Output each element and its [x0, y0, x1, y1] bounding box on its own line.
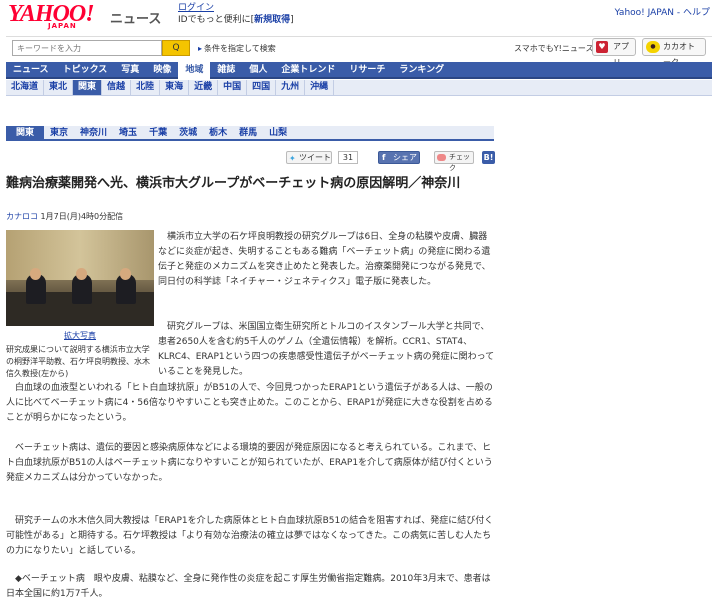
article-photo[interactable]: [6, 230, 154, 326]
region-nav-item-1[interactable]: 東京: [44, 126, 74, 141]
photo-person-head: [76, 268, 87, 280]
region-nav-item-3[interactable]: 埼玉: [113, 126, 143, 141]
main-nav: ニュース トピックス 写真 映像 地域 雑誌 個人 企業トレンド リサーチ ランキング: [6, 62, 712, 79]
hatena-icon: B!: [483, 153, 494, 162]
kakao-button[interactable]: ●カカオトーク: [642, 38, 706, 67]
login-text: IDでもっと便利に[: [178, 15, 255, 25]
twitter-bird-icon: ✦: [289, 154, 296, 163]
tweet-count: 31: [338, 151, 358, 164]
sub-nav-item-6[interactable]: 近畿: [189, 80, 219, 95]
article-paragraph: 研究グループは、米国国立衛生研究所とトルコのイスタンブール大学と共同で、患者26…: [158, 322, 495, 377]
facebook-share-button[interactable]: f シェア: [378, 151, 420, 164]
search-button[interactable]: Q: [162, 40, 190, 56]
region-nav-item-5[interactable]: 茨城: [173, 126, 203, 141]
check-label: チェック: [449, 153, 470, 172]
advanced-search-label: 条件を指定して検索: [204, 44, 276, 53]
search-icon: Q: [172, 43, 180, 53]
sub-nav-item-7[interactable]: 中国: [218, 80, 248, 95]
advanced-search-link[interactable]: ▸ 条件を指定して検索: [198, 43, 276, 54]
main-nav-item-3[interactable]: 映像: [146, 62, 178, 79]
sub-nav-item-1[interactable]: 東北: [44, 80, 74, 95]
article-paragraph: 研究チームの水木信久同大教授は「ERAP1を介した病原体とヒト白血球抗原B51の…: [6, 516, 494, 556]
region-nav-item-0[interactable]: 関東: [6, 126, 45, 141]
main-nav-item-6[interactable]: 個人: [242, 62, 274, 79]
main-nav-item-1[interactable]: トピックス: [56, 62, 115, 79]
tweet-button[interactable]: ✦ ツイート: [286, 151, 332, 164]
sub-nav: 北海道 東北 関東 信越 北陸 東海 近畿 中国 四国 九州 沖縄: [6, 80, 712, 96]
main-nav-item-2[interactable]: 写真: [114, 62, 146, 79]
mixi-check-button[interactable]: チェック: [434, 151, 474, 172]
sub-nav-item-5[interactable]: 東海: [160, 80, 190, 95]
chat-bubble-icon: ●: [646, 41, 660, 53]
article-paragraph: ベーチェット病は、遺伝的要因と感染病原体などによる環境的要因が発症原因になると考…: [6, 443, 493, 483]
region-nav-item-2[interactable]: 神奈川: [74, 126, 113, 141]
search-bar: Q ▸条件を指定して検索 スマホでもY!ニュース ♥アプリ ●カカオトーク: [6, 36, 712, 67]
social-buttons: ✦ ツイート 31 f シェア チェック B!: [286, 151, 496, 172]
main-nav-item-9[interactable]: ランキング: [392, 62, 451, 79]
article-meta: カナロコ 1月7日(月)4時0分配信: [6, 211, 123, 222]
main-nav-item-8[interactable]: リサーチ: [342, 62, 392, 79]
header-help-link[interactable]: Yahoo! JAPAN - ヘルプ: [615, 5, 710, 18]
smartphone-news-label: スマホでもY!ニュース: [514, 44, 594, 53]
sub-nav-item-9[interactable]: 九州: [276, 80, 306, 95]
arrow-right-icon: ▸: [198, 44, 203, 53]
region-nav: 関東 東京 神奈川 埼玉 千葉 茨城 栃木 群馬 山梨: [6, 126, 494, 141]
login-close: ]: [290, 15, 294, 25]
photo-person-head: [120, 268, 131, 280]
sub-nav-item-2[interactable]: 関東: [73, 80, 103, 95]
article-title: 難病治療薬開発へ光、横浜市大グループがベーチェット病の原因解明／神奈川: [6, 176, 461, 191]
article-lead: 横浜市立大学の石ケ坪良明教授の研究グループは6日、全身の粘膜や皮膚、臓器などに炎…: [158, 232, 491, 287]
logo-sub: JAPAN: [48, 22, 77, 30]
share-label: シェア: [393, 153, 417, 162]
main-nav-item-0[interactable]: ニュース: [6, 62, 56, 79]
sub-nav-item-0[interactable]: 北海道: [6, 80, 45, 95]
new-register-link[interactable]: 新規取得: [254, 15, 290, 25]
article-date: 1月7日(月)4時0分配信: [40, 212, 124, 221]
sub-nav-item-8[interactable]: 四国: [247, 80, 277, 95]
main-nav-item-5[interactable]: 雑誌: [210, 62, 242, 79]
region-nav-item-7[interactable]: 群馬: [233, 126, 263, 141]
service-name[interactable]: ニュース: [110, 8, 161, 27]
yahoo-japan-logo[interactable]: YAHOO! JAPAN: [8, 2, 95, 30]
article-paragraph: ◆ベーチェット病 眼や皮膚、粘膜など、全身に発作性の炎症を起こす厚生労働省指定難…: [6, 574, 491, 599]
photo-block: 拡大写真 研究成果について説明する横浜市立大学の桐野洋平助教、石ケ坪良明教授、水…: [6, 230, 154, 380]
article-paragraph: 白血球の血液型といわれる「ヒト白血球抗原」がB51の人で、今回見つかったERAP…: [6, 383, 493, 423]
main-nav-item-7[interactable]: 企業トレンド: [274, 62, 342, 79]
tweet-label: ツイート: [299, 153, 331, 162]
sub-nav-item-3[interactable]: 信越: [102, 80, 132, 95]
main-nav-item-4[interactable]: 地域: [178, 62, 211, 79]
region-nav-item-4[interactable]: 千葉: [143, 126, 173, 141]
search-input[interactable]: [12, 40, 162, 56]
region-nav-item-6[interactable]: 栃木: [203, 126, 233, 141]
heart-icon: ♥: [596, 41, 608, 53]
site-header: YAHOO! JAPAN ニュース ログイン IDでもっと便利に[新規取得] Y…: [0, 0, 718, 32]
enlarge-photo-link[interactable]: 拡大写真: [6, 330, 154, 341]
login-link[interactable]: ログイン: [178, 3, 214, 13]
sub-nav-item-4[interactable]: 北陸: [131, 80, 161, 95]
photo-caption: 研究成果について説明する横浜市立大学の桐野洋平助教、石ケ坪良明教授、水木信久教授…: [6, 345, 150, 378]
facebook-icon: f: [382, 153, 386, 162]
app-button[interactable]: ♥アプリ: [592, 38, 636, 67]
photo-person-head: [30, 268, 41, 280]
article-source-link[interactable]: カナロコ: [6, 212, 38, 221]
mixi-icon: [437, 154, 446, 161]
hatena-bookmark-button[interactable]: B!: [482, 151, 495, 164]
sub-nav-item-10[interactable]: 沖縄: [305, 80, 335, 95]
login-block: ログイン IDでもっと便利に[新規取得]: [178, 2, 294, 26]
region-nav-item-8[interactable]: 山梨: [263, 126, 293, 141]
